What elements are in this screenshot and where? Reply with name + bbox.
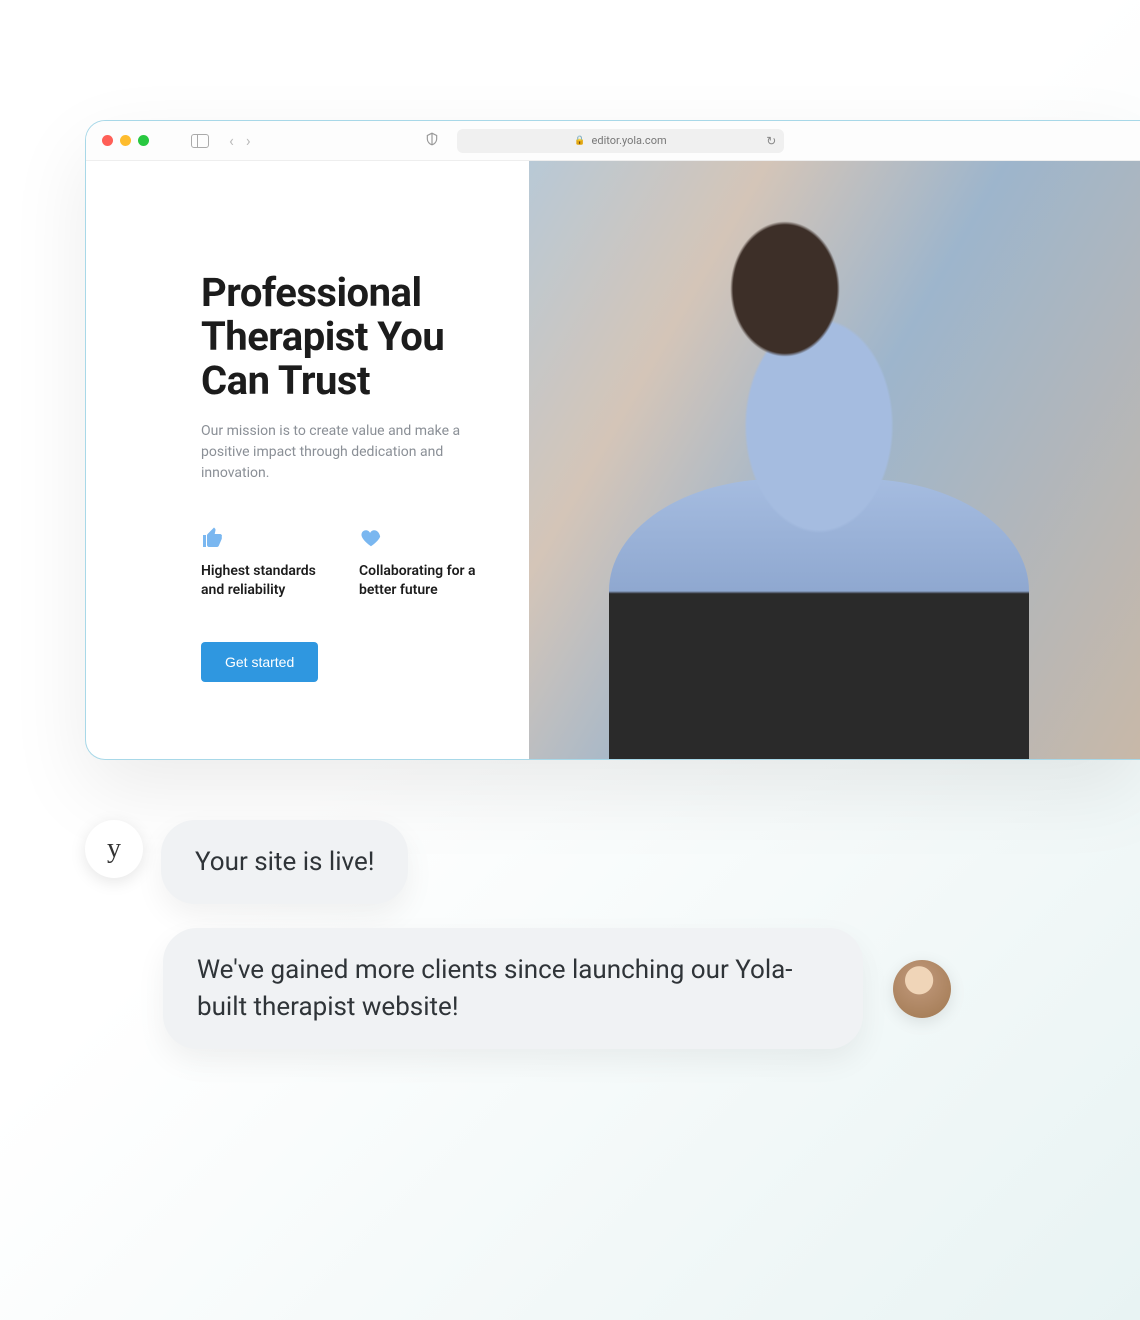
browser-nav: ‹ ›	[229, 131, 251, 150]
reload-icon[interactable]: ↻	[766, 134, 776, 148]
back-icon[interactable]: ‹	[229, 131, 234, 150]
feature-item: Highest standards and reliability	[201, 526, 331, 600]
get-started-button[interactable]: Get started	[201, 642, 318, 682]
address-bar[interactable]: 🔒 editor.yola.com ↻	[457, 129, 785, 153]
minimize-window-icon[interactable]	[120, 135, 131, 146]
hero-image	[529, 161, 1140, 759]
close-window-icon[interactable]	[102, 135, 113, 146]
lock-icon: 🔒	[574, 136, 585, 146]
url-text: editor.yola.com	[592, 134, 667, 147]
feature-row: Highest standards and reliability Collab…	[201, 526, 489, 600]
user-avatar	[893, 960, 951, 1018]
chat-bubble: We've gained more clients since launchin…	[163, 928, 863, 1049]
browser-toolbar: ‹ › 🔒 editor.yola.com ↻	[86, 121, 1140, 161]
hero-mission-text: Our mission is to create value and make …	[201, 421, 481, 484]
browser-mockup: ‹ › 🔒 editor.yola.com ↻ Professional The…	[85, 120, 1140, 760]
heart-icon	[359, 526, 489, 550]
feature-label: Highest standards and reliability	[201, 562, 331, 600]
brand-avatar: y	[85, 820, 143, 878]
privacy-shield-icon[interactable]	[425, 132, 439, 149]
maximize-window-icon[interactable]	[138, 135, 149, 146]
chat-bubble: Your site is live!	[161, 820, 408, 904]
feature-label: Collaborating for a better future	[359, 562, 489, 600]
thumbs-up-icon	[201, 526, 331, 550]
hero-title: Professional Therapist You Can Trust	[201, 271, 489, 403]
forward-icon[interactable]: ›	[246, 131, 251, 150]
feature-item: Collaborating for a better future	[359, 526, 489, 600]
chat-message-user: We've gained more clients since launchin…	[163, 928, 1055, 1049]
chat-message-brand: y Your site is live!	[85, 820, 1055, 904]
hero-left-column: Professional Therapist You Can Trust Our…	[86, 161, 529, 759]
page-body: Professional Therapist You Can Trust Our…	[86, 161, 1140, 759]
window-controls	[102, 135, 149, 146]
sidebar-toggle-icon[interactable]	[191, 134, 209, 148]
chat-overlay: y Your site is live! We've gained more c…	[85, 820, 1055, 1073]
brand-avatar-letter: y	[107, 833, 121, 865]
